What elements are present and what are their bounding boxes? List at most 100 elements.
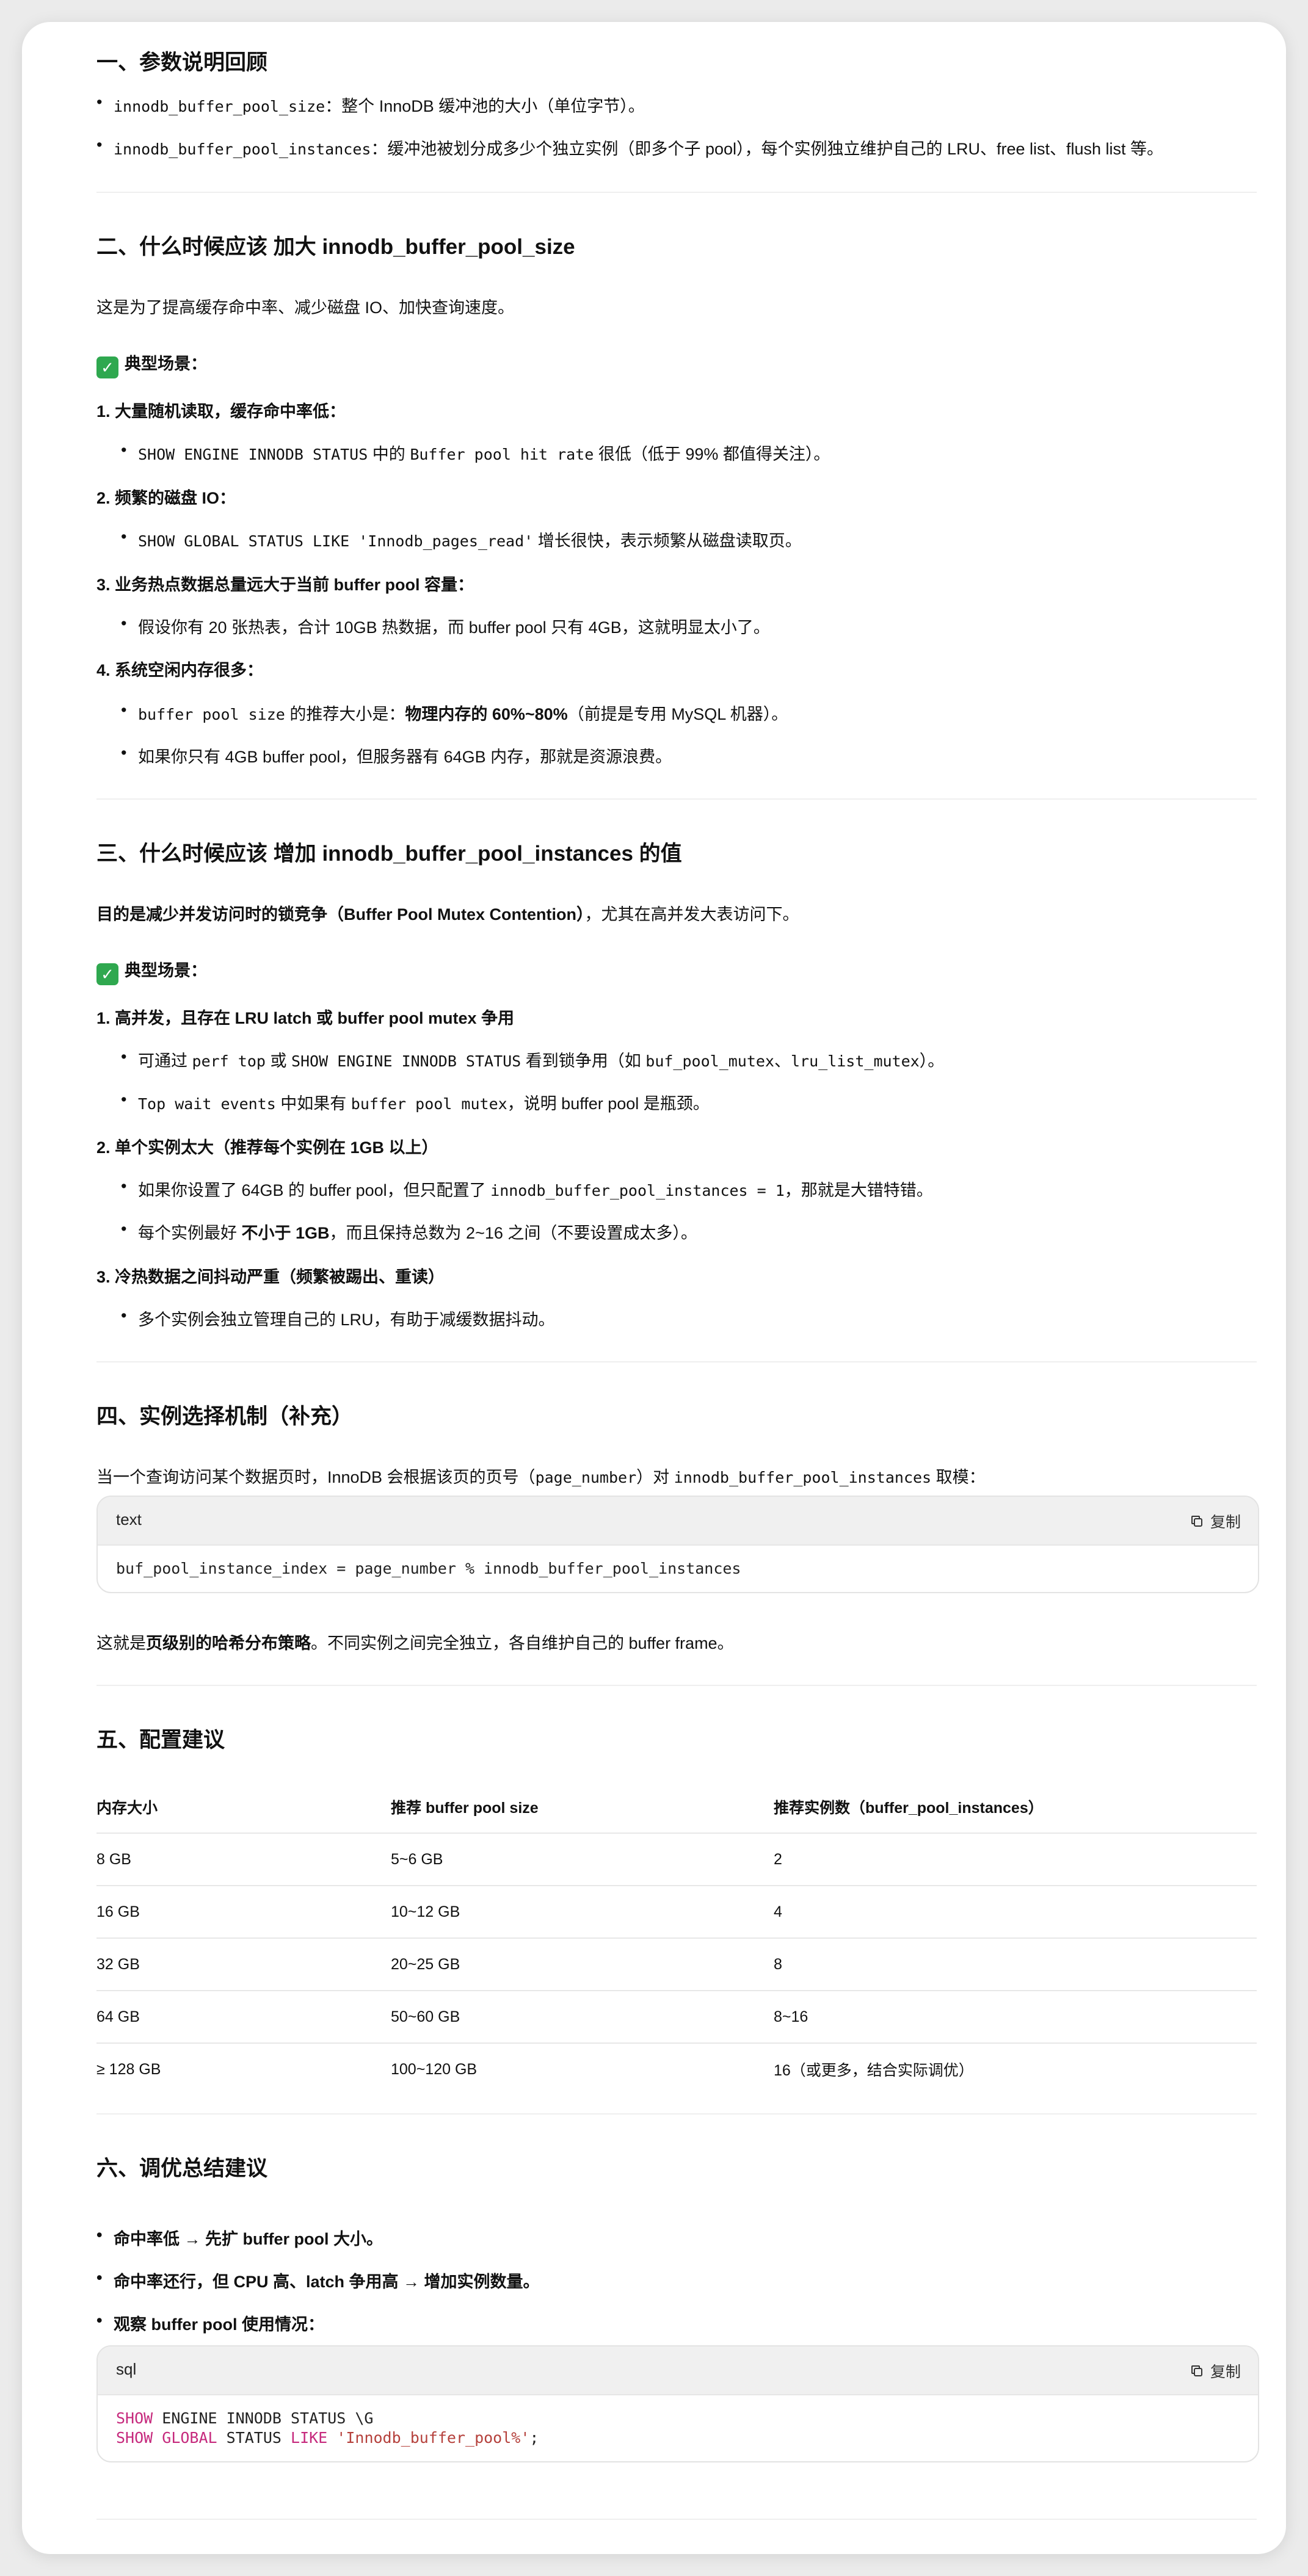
text: 每个实例最好 (138, 1224, 242, 1242)
s3-item-3-sub: 多个实例会独立管理自己的 LRU，有助于减缓数据抖动。 (121, 1306, 555, 1330)
section1-heading: 一、参数说明回顾 (96, 51, 268, 74)
s2-item-4: 4. 系统空闲内存很多： (96, 661, 264, 679)
code-inline: buffer pool mutex (351, 1095, 507, 1113)
sql-keyword: SHOW (116, 2409, 153, 2427)
code-inline: lru_list_mutex (790, 1052, 920, 1070)
code-inline: SHOW ENGINE INNODB STATUS (291, 1052, 521, 1070)
s2-item-3: 3. 业务热点数据总量远大于当前 buffer pool 容量： (96, 576, 474, 594)
copy-label: 复制 (1210, 1514, 1241, 1531)
s2-scenes-label: ✓ 典型场景： (96, 350, 207, 378)
s2-item-2: 2. 频繁的磁盘 IO： (96, 489, 236, 507)
sql-text: STATUS (217, 2429, 291, 2447)
code-content: buf_pool_instance_index = page_number % … (116, 1560, 741, 1577)
code-inline: perf top (192, 1052, 266, 1070)
text: 典型场景： (125, 355, 207, 373)
section4-heading: 四、实例选择机制（补充） (96, 1405, 354, 1428)
code-inline: buf_pool_mutex (645, 1052, 774, 1070)
code-language-label: sql (116, 2360, 137, 2378)
text: 、 (774, 1052, 791, 1070)
code-inline: Buffer pool hit rate (410, 446, 594, 463)
text: 如果你设置了 64GB 的 buffer pool，但只配置了 (138, 1181, 491, 1199)
document-card: 一、参数说明回顾 innodb_buffer_pool_size：整个 Inno… (22, 22, 1286, 2554)
code-inline: innodb_buffer_pool_instances = 1 (490, 1182, 785, 1199)
table-cell: 8 GB (96, 1833, 391, 1886)
text: 当一个查询访问某个数据页时，InnoDB 会根据该页的页号（ (96, 1468, 536, 1486)
text: 增长很快，表示频繁从磁盘读取页。 (533, 532, 802, 550)
table-cell: 32 GB (96, 1938, 391, 1991)
divider (96, 798, 1257, 800)
text: 典型场景： (125, 961, 207, 980)
section3-heading: 三、什么时候应该 增加 innodb_buffer_pool_instances… (96, 842, 682, 866)
table-cell: 8~16 (774, 1991, 1257, 2044)
copy-label: 复制 (1210, 2364, 1241, 2381)
text: ）。 (919, 1052, 945, 1070)
text: ，说明 buffer pool 是瓶颈。 (507, 1094, 710, 1113)
table-row: 64 GB 50~60 GB 8~16 (96, 1991, 1257, 2044)
check-icon: ✓ (96, 963, 118, 985)
code-block-text: text 复制 buf_pool_instance_index = page_n… (96, 1496, 1259, 1593)
divider (96, 2113, 1257, 2115)
text: 或 (265, 1052, 291, 1070)
s3-item-1-sub2: Top wait events 中如果有 buffer pool mutex，说… (121, 1090, 710, 1114)
sql-text: ; (529, 2429, 539, 2447)
table-cell: 2 (774, 1833, 1257, 1886)
table-row: 16 GB 10~12 GB 4 (96, 1886, 1257, 1939)
text-bold: 目的是减少并发访问时的锁竞争（Buffer Pool Mutex Content… (96, 905, 585, 924)
copy-button[interactable]: 复制 (1190, 1510, 1241, 1532)
text: 看到锁争用（如 (521, 1052, 646, 1070)
table-row: 8 GB 5~6 GB 2 (96, 1833, 1257, 1886)
table-header-cell: 推荐实例数（buffer_pool_instances） (774, 1781, 1257, 1834)
text: 中如果有 (275, 1094, 351, 1113)
divider (96, 2519, 1257, 2520)
text-bold: 物理内存的 60%~80% (405, 705, 568, 723)
code-block-sql: sql 复制 SHOW ENGINE INNODB STATUS \G SHOW… (96, 2345, 1259, 2462)
check-icon: ✓ (96, 356, 118, 378)
code-content: SHOW ENGINE INNODB STATUS \G SHOW GLOBAL… (98, 2395, 1258, 2461)
s3-scenes-label: ✓ 典型场景： (96, 957, 207, 985)
table-cell: 50~60 GB (391, 1991, 774, 2044)
code-inline: Top wait events (138, 1095, 276, 1113)
sql-keyword: GLOBAL (162, 2429, 217, 2447)
text: ：整个 InnoDB 缓冲池的大小（单位字节）。 (325, 97, 645, 115)
s3-item-1-sub1: 可通过 perf top 或 SHOW ENGINE INNODB STATUS… (121, 1047, 944, 1071)
code-inline: page_number (535, 1469, 637, 1486)
s6-bullet-3: 观察 buffer pool 使用情况： (96, 2311, 324, 2335)
section6-heading: 六、调优总结建议 (96, 2157, 268, 2180)
config-table: 内存大小 推荐 buffer pool size 推荐实例数（buffer_po… (96, 1781, 1257, 2095)
copy-icon (1191, 2365, 1202, 2376)
s2-item-4-sub1: buffer pool size 的推荐大小是：物理内存的 60%~80%（前提… (121, 701, 788, 725)
text: 很低（低于 99% 都值得关注）。 (594, 445, 830, 463)
copy-button[interactable]: 复制 (1190, 2360, 1241, 2382)
s2-item-2-sub: SHOW GLOBAL STATUS LIKE 'Innodb_pages_re… (121, 527, 802, 551)
divider (96, 192, 1257, 193)
text: 。不同实例之间完全独立，各自维护自己的 buffer frame。 (311, 1634, 734, 1652)
code-inline: innodb_buffer_pool_size (114, 98, 325, 115)
text-bold: 页级别的哈希分布策略 (146, 1634, 311, 1652)
table-cell: 8 (774, 1938, 1257, 1991)
code-language-label: text (116, 1510, 142, 1529)
table-cell: 5~6 GB (391, 1833, 774, 1886)
s3-item-2-sub1: 如果你设置了 64GB 的 buffer pool，但只配置了 innodb_b… (121, 1177, 933, 1201)
s6-bullet-1: 命中率低 → 先扩 buffer pool 大小。 (96, 2226, 383, 2249)
s1-bullet-instances: innodb_buffer_pool_instances：缓冲池被划分成多少个独… (96, 136, 1163, 159)
code-block-header: sql 复制 (98, 2346, 1258, 2395)
s4-intro: 当一个查询访问某个数据页时，InnoDB 会根据该页的页号（page_numbe… (96, 1464, 986, 1488)
text: 中的 (368, 445, 410, 463)
text: ，那就是大错特错。 (784, 1181, 933, 1199)
s3-item-2-sub2: 每个实例最好 不小于 1GB，而且保持总数为 2~16 之间（不要设置成太多）。 (121, 1220, 697, 1243)
s3-intro: 目的是减少并发访问时的锁竞争（Buffer Pool Mutex Content… (96, 901, 799, 925)
section2-heading: 二、什么时候应该 加大 innodb_buffer_pool_size (96, 235, 575, 259)
table-header-row: 内存大小 推荐 buffer pool size 推荐实例数（buffer_po… (96, 1781, 1257, 1834)
s2-item-3-sub: 假设你有 20 张热表，合计 10GB 热数据，而 buffer pool 只有… (121, 614, 770, 638)
s6-bullet-2: 命中率还行，但 CPU 高、latch 争用高 → 增加实例数量。 (96, 2268, 540, 2292)
text: ）对 (636, 1468, 674, 1486)
s3-item-1: 1. 高并发，且存在 LRU latch 或 buffer pool mutex… (96, 1009, 515, 1027)
text: 取模： (931, 1468, 986, 1486)
table-row: 32 GB 20~25 GB 8 (96, 1938, 1257, 1991)
table-cell: 10~12 GB (391, 1886, 774, 1939)
table-header-cell: 推荐 buffer pool size (391, 1781, 774, 1834)
text: 可通过 (138, 1052, 192, 1070)
table-cell: 16（或更多，结合实际调优） (774, 2062, 974, 2079)
text: 这就是 (96, 1634, 146, 1652)
sql-keyword: SHOW (116, 2429, 153, 2447)
